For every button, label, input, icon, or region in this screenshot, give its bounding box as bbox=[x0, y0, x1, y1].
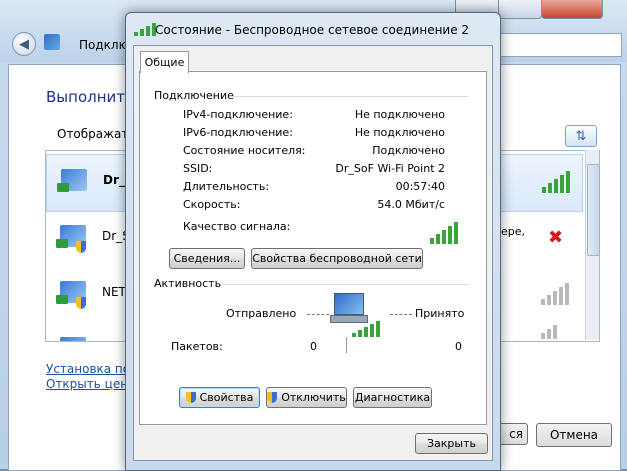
tab-general-label: Общие bbox=[144, 56, 185, 69]
connect-button-label: ся bbox=[509, 427, 523, 441]
properties-button-label: Свойства bbox=[199, 391, 254, 404]
group-divider bbox=[222, 284, 468, 285]
connection-group-title: Подключение bbox=[154, 89, 234, 102]
packets-sent-value: 0 bbox=[310, 340, 317, 353]
wireless-status-dialog: Состояние - Беспроводное сетевое соедине… bbox=[125, 12, 501, 471]
packets-label: Пакетов: bbox=[171, 340, 223, 353]
breadcrumb[interactable]: Подклю bbox=[79, 38, 129, 52]
wireless-network-icon bbox=[57, 169, 87, 192]
close-button-label: Закрыть bbox=[427, 437, 476, 450]
wireless-properties-button[interactable]: Свойства беспроводной сети bbox=[251, 248, 423, 269]
network-folder-icon bbox=[44, 34, 60, 50]
speed-label: Скорость: bbox=[183, 198, 241, 211]
details-button[interactable]: Сведения... bbox=[169, 248, 245, 269]
refresh-button[interactable]: ⇅ bbox=[565, 125, 597, 147]
signal-bar bbox=[442, 230, 446, 244]
sent-label: Отправлено bbox=[226, 307, 297, 320]
signal-strength-icon bbox=[541, 325, 557, 339]
signal-title-icon bbox=[134, 23, 156, 36]
disable-button[interactable]: Отключить bbox=[266, 387, 347, 408]
back-button[interactable]: ◀ bbox=[12, 32, 36, 56]
ipv4-label: IPv4-подключение: bbox=[183, 108, 293, 121]
wireless-network-icon bbox=[60, 337, 86, 341]
received-label: Принято bbox=[415, 307, 465, 320]
signal-bar bbox=[436, 234, 440, 244]
properties-button[interactable]: Свойства bbox=[179, 387, 260, 408]
shield-icon bbox=[76, 241, 86, 253]
signal-quality-icon bbox=[430, 222, 458, 244]
ssid-value: Dr_SoF Wi-Fi Point 2 bbox=[335, 162, 445, 175]
cancel-button-label: Отмена bbox=[549, 428, 599, 442]
signal-strength-icon bbox=[542, 171, 570, 193]
ipv4-value: Не подключено bbox=[354, 108, 445, 121]
sent-dashes bbox=[307, 314, 329, 316]
back-arrow-icon: ◀ bbox=[19, 36, 29, 52]
maximize-button[interactable] bbox=[498, 0, 542, 19]
search-input[interactable] bbox=[500, 33, 622, 57]
signal-bar bbox=[454, 222, 458, 244]
media-state-value: Подключено bbox=[372, 144, 445, 157]
uac-shield-icon bbox=[267, 392, 278, 403]
computer-activity-icon bbox=[330, 293, 368, 323]
activity-divider bbox=[346, 337, 347, 353]
signal-bar bbox=[448, 226, 452, 244]
duration-label: Длительность: bbox=[183, 180, 270, 193]
red-x-icon: ✖ bbox=[548, 227, 564, 248]
page-title: Выполнить bbox=[46, 88, 134, 106]
disable-button-label: Отключить bbox=[281, 391, 346, 404]
list-scrollbar[interactable] bbox=[585, 150, 600, 340]
ssid-label: SSID: bbox=[183, 162, 213, 175]
activity-group-title: Активность bbox=[154, 277, 222, 290]
wireless-properties-label: Свойства беспроводной сети bbox=[252, 252, 422, 265]
signal-quality-label: Качество сигнала: bbox=[183, 220, 291, 233]
general-tab-panel: Подключение IPv4-подключение: Не подключ… bbox=[139, 71, 487, 425]
packets-received-value: 0 bbox=[455, 340, 462, 353]
activity-signal-icon bbox=[352, 321, 380, 337]
scrollbar-thumb[interactable] bbox=[587, 164, 600, 256]
tab-general[interactable]: Общие bbox=[140, 51, 189, 73]
ipv6-value: Не подключено bbox=[354, 126, 445, 139]
details-button-label: Сведения... bbox=[173, 252, 241, 265]
diagnose-button[interactable]: Диагностика bbox=[353, 387, 432, 408]
window-close-button[interactable] bbox=[541, 0, 603, 19]
signal-strength-icon bbox=[541, 283, 569, 305]
speed-value: 54.0 Мбит/с bbox=[377, 198, 445, 211]
refresh-icon: ⇅ bbox=[575, 128, 587, 144]
dialog-title: Состояние - Беспроводное сетевое соедине… bbox=[155, 23, 470, 37]
show-label: Отображать bbox=[57, 127, 136, 141]
network-status-tail: ере, bbox=[501, 225, 526, 238]
group-divider bbox=[230, 96, 468, 97]
shield-icon bbox=[76, 297, 86, 309]
diagnose-button-label: Диагностика bbox=[354, 391, 431, 404]
duration-value: 00:57:40 bbox=[395, 180, 445, 193]
signal-bar bbox=[430, 238, 434, 244]
ipv6-label: IPv6-подключение: bbox=[183, 126, 293, 139]
uac-shield-icon bbox=[185, 392, 196, 403]
network-name: NET bbox=[102, 285, 126, 299]
close-button[interactable]: Закрыть bbox=[415, 433, 488, 454]
media-state-label: Состояние носителя: bbox=[183, 144, 306, 157]
received-dashes bbox=[390, 314, 412, 316]
cancel-button[interactable]: Отмена bbox=[536, 423, 612, 447]
